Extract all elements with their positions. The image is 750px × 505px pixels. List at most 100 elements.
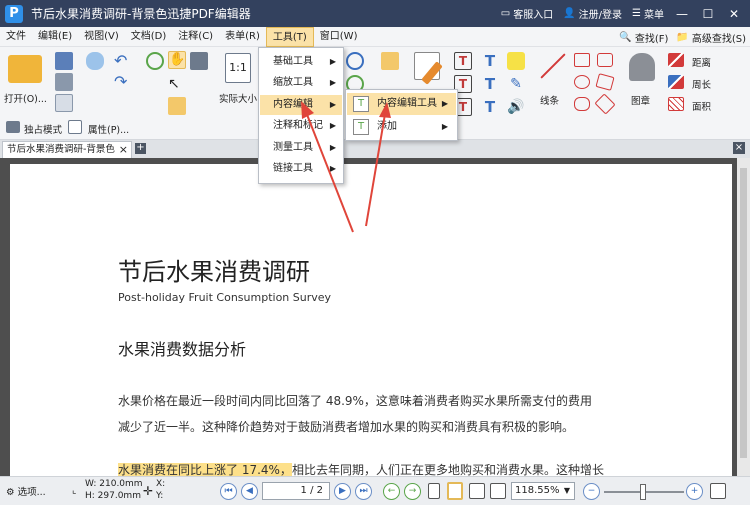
perimeter-button[interactable]: 周长 bbox=[692, 77, 711, 91]
redo-icon[interactable]: ↷ bbox=[114, 73, 132, 91]
menu-item-annotate[interactable]: 注释和标记 ▶ bbox=[260, 116, 342, 136]
exclusive-mode-icon bbox=[6, 121, 20, 133]
forward-view-button[interactable]: → bbox=[404, 483, 421, 500]
zoom-out-button[interactable]: − bbox=[583, 483, 600, 500]
status-bar: ⚙ 选项... ⌞ W: 210.0mm H: 297.0mm ✛ X: Y: … bbox=[0, 476, 750, 505]
menu-item-add[interactable]: T 添加 ▶ bbox=[347, 116, 456, 138]
line-tool-button[interactable]: 线条 bbox=[540, 93, 559, 107]
sound-icon[interactable]: 🔊 bbox=[507, 98, 525, 116]
undo-icon[interactable]: ↶ bbox=[114, 52, 132, 70]
pentagon-icon[interactable] bbox=[597, 53, 613, 67]
close-all-tabs-button[interactable]: × bbox=[733, 142, 745, 154]
maximize-button[interactable]: ☐ bbox=[700, 6, 716, 22]
actual-size-icon[interactable]: 1:1 bbox=[225, 53, 251, 83]
customer-service-button[interactable]: ▭ 客服入口 bbox=[501, 6, 553, 21]
camera-icon[interactable] bbox=[190, 52, 208, 70]
menu-document[interactable]: 文档(D) bbox=[125, 27, 173, 47]
zoom-in-icon[interactable] bbox=[346, 52, 364, 70]
print-icon[interactable] bbox=[55, 73, 73, 91]
menu-item-content-edit[interactable]: 内容编辑 ▶ bbox=[260, 95, 342, 115]
polygon-icon[interactable] bbox=[595, 73, 615, 91]
menu-item-link-tools[interactable]: 链接工具 ▶ bbox=[260, 159, 342, 179]
zoom-in-button[interactable]: + bbox=[686, 483, 703, 500]
close-button[interactable]: ✕ bbox=[726, 6, 742, 22]
next-page-button[interactable]: ▶ bbox=[334, 483, 351, 500]
menu-tools[interactable]: 工具(T) bbox=[265, 26, 314, 47]
cloud-shape-icon[interactable] bbox=[574, 97, 590, 111]
menu-item-zoom-tools[interactable]: 缩放工具 ▶ bbox=[260, 73, 342, 93]
polyline-icon[interactable] bbox=[594, 93, 616, 115]
strikeout-icon[interactable]: T bbox=[481, 75, 499, 93]
distance-button[interactable]: 距离 bbox=[692, 55, 711, 69]
attach-icon[interactable]: ✎ bbox=[507, 75, 525, 93]
open-button[interactable]: 打开(O)... bbox=[4, 91, 47, 105]
page-size-icon: ⌞ bbox=[72, 485, 77, 496]
back-view-button[interactable]: ← bbox=[383, 483, 400, 500]
ellipse-icon[interactable] bbox=[574, 75, 590, 89]
perimeter-icon[interactable] bbox=[668, 75, 684, 89]
properties-button[interactable]: 属性(P)... bbox=[88, 122, 129, 136]
line-tool-icon[interactable] bbox=[540, 53, 566, 79]
text-insert-icon[interactable] bbox=[381, 52, 399, 70]
open-folder-icon[interactable] bbox=[8, 55, 42, 83]
find-button[interactable]: 🔍 查找(F) bbox=[619, 30, 668, 45]
new-doc-icon[interactable] bbox=[55, 94, 73, 112]
new-tab-button[interactable]: + bbox=[135, 143, 146, 154]
fullscreen-icon[interactable] bbox=[710, 483, 726, 499]
cloud-icon[interactable] bbox=[86, 52, 104, 70]
exclusive-mode-button[interactable]: 独占模式 bbox=[24, 122, 62, 136]
area-button[interactable]: 面积 bbox=[692, 99, 711, 113]
menu-form[interactable]: 表单(R) bbox=[219, 27, 266, 47]
menu-view[interactable]: 视图(V) bbox=[78, 27, 125, 47]
section-heading: 水果消费数据分析 bbox=[118, 340, 247, 359]
typewriter-icon[interactable]: T bbox=[481, 52, 499, 70]
save-icon[interactable] bbox=[55, 52, 73, 70]
menu-comment[interactable]: 注释(C) bbox=[172, 27, 219, 47]
facing-page-icon[interactable] bbox=[469, 483, 485, 499]
properties-icon bbox=[68, 120, 82, 134]
single-page-icon[interactable] bbox=[428, 483, 440, 499]
stamp-button[interactable]: 图章 bbox=[631, 93, 650, 107]
menu-item-measure-tools[interactable]: 测量工具 ▶ bbox=[260, 138, 342, 158]
prev-page-button[interactable]: ◀ bbox=[241, 483, 258, 500]
menu-window[interactable]: 窗口(W) bbox=[314, 27, 364, 47]
chevron-down-icon: ▼ bbox=[563, 486, 570, 495]
actual-size-button[interactable]: 实际大小 bbox=[219, 91, 257, 105]
text-box-icon[interactable]: T bbox=[454, 52, 472, 70]
zoom-slider[interactable] bbox=[604, 484, 684, 500]
select-tool-icon[interactable]: ↖ bbox=[168, 75, 186, 93]
login-button[interactable]: 👤 注册/登录 bbox=[563, 6, 622, 21]
submenu-arrow-icon: ▶ bbox=[441, 99, 448, 108]
menu-item-basic-tools[interactable]: 基础工具 ▶ bbox=[260, 52, 342, 72]
snapshot-icon[interactable] bbox=[168, 97, 186, 115]
continuous-page-icon[interactable] bbox=[447, 482, 463, 500]
area-icon[interactable] bbox=[668, 97, 684, 111]
options-button[interactable]: ⚙ 选项... bbox=[6, 484, 46, 498]
underline-icon[interactable]: T bbox=[481, 98, 499, 116]
vertical-scrollbar[interactable] bbox=[737, 158, 750, 476]
page-number-input[interactable]: 1 / 2 bbox=[262, 482, 330, 500]
menu-button[interactable]: ☰ 菜单 bbox=[632, 6, 664, 21]
zoom-level-select[interactable]: 118.55% ▼ bbox=[511, 482, 575, 500]
note-icon[interactable] bbox=[507, 52, 525, 70]
minimize-button[interactable]: — bbox=[674, 6, 690, 22]
advanced-find-button[interactable]: 📁 高级查找(S) bbox=[676, 30, 746, 45]
last-page-button[interactable]: ⏭ bbox=[355, 483, 372, 500]
back-icon[interactable] bbox=[146, 52, 164, 70]
menu-item-content-edit-tool[interactable]: T 内容编辑工具 ▶ bbox=[347, 93, 456, 115]
stamp-icon[interactable] bbox=[629, 53, 655, 81]
search-icon: 🔍 bbox=[619, 31, 632, 43]
tools-dropdown-menu: 基础工具 ▶ 缩放工具 ▶ 内容编辑 ▶ 注释和标记 ▶ 测量工具 ▶ 链接工具 ▶ bbox=[258, 47, 344, 184]
menu-edit[interactable]: 编辑(E) bbox=[32, 27, 78, 47]
continuous-facing-icon[interactable] bbox=[490, 483, 506, 499]
zoom-slider-thumb[interactable] bbox=[640, 484, 646, 500]
tab-close-icon[interactable]: × bbox=[119, 142, 128, 158]
hand-tool-icon[interactable]: ✋ bbox=[168, 51, 186, 69]
menu-file[interactable]: 文件 bbox=[0, 27, 32, 47]
scrollbar-thumb[interactable] bbox=[740, 168, 747, 458]
pdf-page[interactable]: 节后水果消费调研 Post-holiday Fruit Consumption … bbox=[10, 164, 732, 477]
first-page-button[interactable]: ⏮ bbox=[220, 483, 237, 500]
rectangle-icon[interactable] bbox=[574, 53, 590, 67]
distance-icon[interactable] bbox=[668, 53, 684, 67]
document-tab[interactable]: 节后水果消费调研-背景色 × bbox=[2, 141, 132, 158]
